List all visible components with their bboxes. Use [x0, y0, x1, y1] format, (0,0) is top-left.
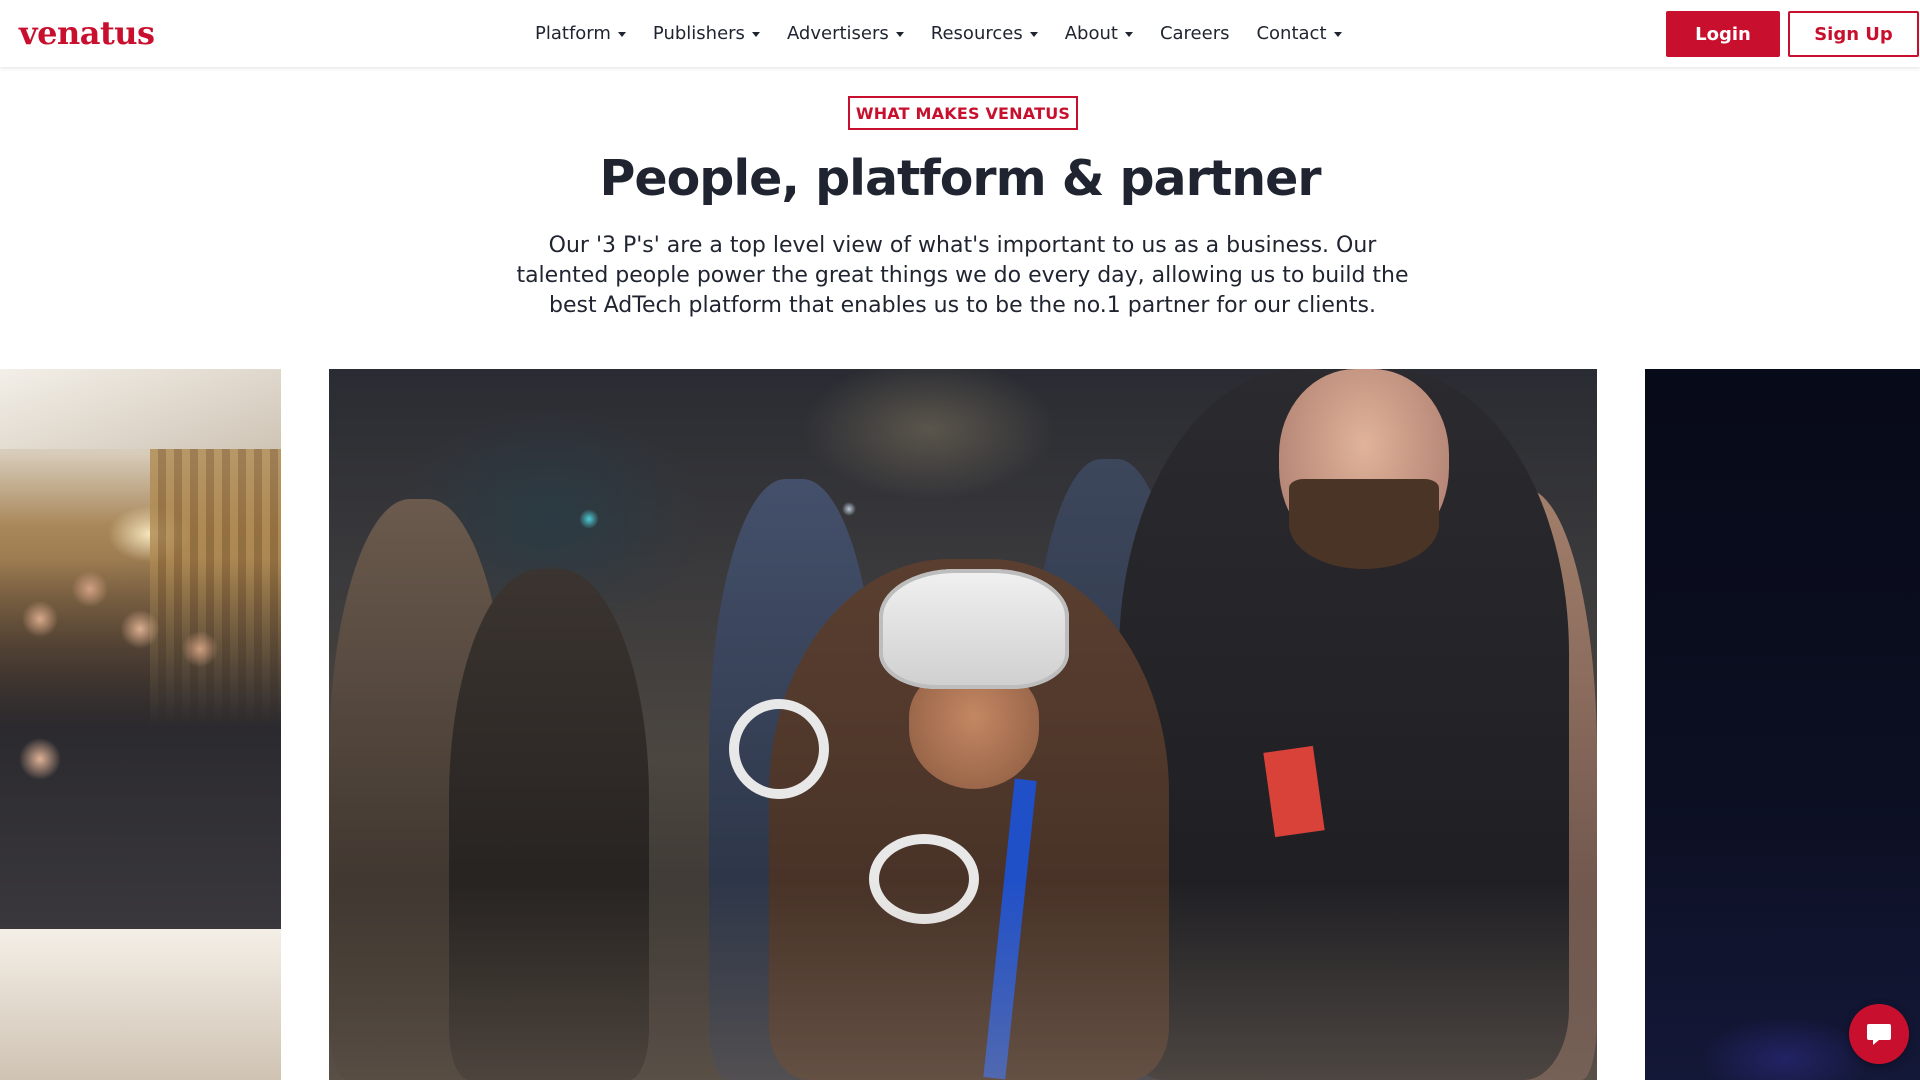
- section-title: People, platform & partner: [599, 150, 1321, 207]
- chat-bubble-icon: [1867, 1024, 1891, 1045]
- nav-item-resources[interactable]: Resources: [931, 23, 1038, 44]
- carousel-slide-next[interactable]: [1645, 369, 1920, 1080]
- photo-table: [0, 929, 281, 1080]
- nav-label: Publishers: [652, 23, 745, 44]
- vr-controller-image: [729, 699, 829, 799]
- site-header: venatus Platform Publishers Advertisers …: [0, 0, 1920, 67]
- photo-crowd: [0, 559, 281, 979]
- nav-item-advertisers[interactable]: Advertisers: [787, 23, 904, 44]
- photo-beard: [1289, 479, 1439, 569]
- nav-label: Resources: [930, 23, 1023, 44]
- nav-item-publishers[interactable]: Publishers: [653, 23, 760, 44]
- caret-down-icon: [1029, 32, 1038, 37]
- caret-down-icon: [895, 32, 904, 37]
- caret-down-icon: [751, 32, 760, 37]
- caret-down-icon: [617, 32, 626, 37]
- vr-event-photo: [329, 369, 1597, 1080]
- login-button[interactable]: Login: [1666, 11, 1780, 57]
- main-nav: Platform Publishers Advertisers Resource…: [535, 0, 1342, 67]
- group-celebration-photo: [0, 369, 281, 1080]
- dark-stage-photo: [1645, 369, 1920, 1080]
- nav-label: Contact: [1256, 23, 1327, 44]
- nav-label: Advertisers: [786, 23, 889, 44]
- nav-item-contact[interactable]: Contact: [1256, 23, 1342, 44]
- nav-item-careers[interactable]: Careers: [1160, 23, 1230, 44]
- section-tag: WHAT MAKES VENATUS: [848, 96, 1078, 130]
- nav-label: Careers: [1159, 23, 1230, 44]
- nav-item-about[interactable]: About: [1065, 23, 1133, 44]
- photo-ceiling: [0, 369, 281, 449]
- section-description: Our '3 P's' are a top level view of what…: [516, 233, 1409, 318]
- photo-floor: [329, 880, 1597, 1080]
- venatus-logo[interactable]: venatus: [19, 14, 155, 52]
- photo-name-badge: [1263, 745, 1325, 838]
- vr-headset-image: [879, 569, 1069, 689]
- chat-launcher-button[interactable]: [1849, 1004, 1909, 1064]
- nav-label: About: [1064, 23, 1118, 44]
- caret-down-icon: [1333, 32, 1342, 37]
- signup-button[interactable]: Sign Up: [1788, 11, 1919, 57]
- carousel-slide-prev[interactable]: [0, 369, 281, 1080]
- nav-label: Platform: [535, 23, 611, 44]
- carousel-slide-active[interactable]: [329, 369, 1597, 1080]
- nav-item-platform[interactable]: Platform: [535, 23, 626, 44]
- caret-down-icon: [1124, 32, 1133, 37]
